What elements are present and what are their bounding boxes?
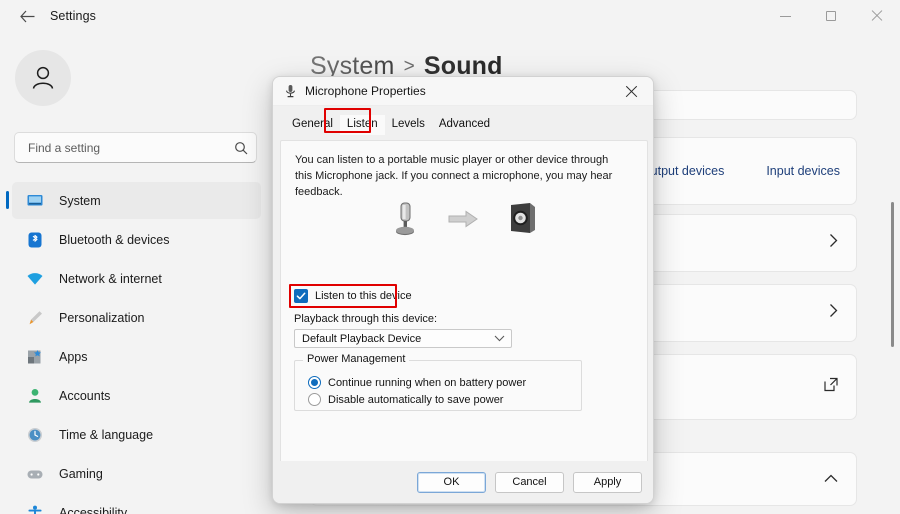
power-option-label: Disable automatically to save power [328, 393, 504, 406]
back-button[interactable] [12, 2, 42, 30]
user-avatar-icon [32, 66, 54, 89]
sidebar-item-label: Time & language [59, 427, 154, 442]
sidebar: System Bluetooth & devices Network [0, 32, 272, 514]
maximize-button[interactable] [808, 0, 854, 32]
window-controls [762, 0, 900, 32]
title-bar: Settings [0, 0, 900, 32]
minimize-icon [779, 15, 791, 17]
sidebar-nav: System Bluetooth & devices Network & int… [0, 182, 272, 514]
avatar[interactable] [15, 50, 71, 106]
search-icon [234, 141, 248, 155]
sidebar-item-label: Bluetooth & devices [59, 232, 170, 247]
search-box[interactable] [14, 132, 257, 163]
device-links: Output devices Input devices [641, 164, 840, 178]
sidebar-item-label: Network & internet [59, 271, 162, 286]
playback-device-value: Default Playback Device [302, 332, 422, 345]
radio-selected-icon[interactable] [308, 376, 321, 389]
link-input-devices[interactable]: Input devices [766, 164, 840, 178]
sidebar-item-personalization[interactable]: Personalization [12, 299, 261, 336]
microphone-device-icon [390, 201, 420, 242]
bluetooth-icon [25, 230, 45, 250]
dialog-title: Microphone Properties [305, 84, 426, 98]
power-management-group: Power Management Continue running when o… [294, 353, 582, 411]
listen-to-this-device-label: Listen to this device [315, 290, 412, 302]
app-title: Settings [50, 9, 96, 23]
sidebar-item-label: Apps [59, 349, 88, 364]
search-input[interactable] [26, 139, 234, 156]
dialog-close-button[interactable] [610, 77, 653, 106]
radio-unselected-icon[interactable] [308, 393, 321, 406]
sidebar-item-time-language[interactable]: Time & language [12, 416, 261, 453]
dialog-body: You can listen to a portable music playe… [280, 140, 648, 475]
sidebar-item-label: Accounts [59, 388, 111, 403]
apps-icon [25, 347, 45, 367]
settings-window: Settings Find a setting System Bluetooth… [0, 0, 900, 514]
tab-advanced[interactable]: Advanced [432, 115, 497, 135]
playback-device-label: Playback through this device: [294, 313, 438, 325]
wifi-icon [25, 269, 45, 289]
chevron-down-icon [494, 335, 505, 342]
chevron-right-icon [829, 304, 838, 323]
sidebar-item-accessibility[interactable]: Accessibility [12, 494, 261, 514]
listen-to-this-device-checkbox[interactable] [294, 289, 308, 303]
open-external-icon [824, 377, 838, 397]
close-icon [625, 85, 638, 98]
checkmark-icon [296, 292, 306, 300]
brush-icon [25, 308, 45, 328]
sidebar-item-label: Personalization [59, 310, 145, 325]
tab-levels[interactable]: Levels [385, 115, 432, 135]
close-icon [871, 10, 883, 22]
sidebar-item-system[interactable]: System [6, 182, 261, 219]
breadcrumb-separator: > [403, 56, 415, 77]
dialog-footer: OK Cancel Apply [273, 461, 653, 503]
sidebar-item-bluetooth-devices[interactable]: Bluetooth & devices [12, 221, 261, 258]
account-icon [25, 386, 45, 406]
close-button[interactable] [854, 0, 900, 32]
sidebar-item-gaming[interactable]: Gaming [12, 455, 261, 492]
dialog-tabs: General Listen Levels Advanced [273, 106, 653, 135]
dialog-title-bar: Microphone Properties [273, 77, 653, 106]
tab-general[interactable]: General [285, 115, 340, 135]
ok-button[interactable]: OK [417, 471, 486, 493]
sidebar-item-label: System [59, 193, 101, 208]
playback-device-select[interactable]: Default Playback Device [294, 329, 512, 348]
sidebar-item-network-internet[interactable]: Network & internet [12, 260, 261, 297]
listen-description: You can listen to a portable music playe… [295, 154, 613, 198]
listen-to-this-device-row[interactable]: Listen to this device [294, 289, 412, 303]
microphone-icon [284, 84, 297, 98]
gamepad-icon [25, 464, 45, 484]
sidebar-item-label: Gaming [59, 466, 103, 481]
display-icon [25, 191, 45, 211]
back-arrow-icon [19, 10, 34, 22]
power-management-legend: Power Management [303, 353, 410, 365]
arrow-right-icon [448, 210, 478, 233]
accessibility-icon [25, 503, 45, 514]
sidebar-item-label: Accessibility [59, 505, 128, 514]
power-option-label: Continue running when on battery power [328, 376, 527, 389]
listen-illustration [295, 201, 633, 242]
apply-button[interactable]: Apply [573, 471, 642, 493]
maximize-icon [826, 11, 836, 21]
content-scrollbar[interactable] [891, 202, 894, 347]
cancel-button[interactable]: Cancel [495, 471, 564, 493]
power-option-disable-automatically[interactable]: Disable automatically to save power [308, 393, 503, 406]
microphone-properties-dialog: Microphone Properties General Listen Lev… [272, 76, 654, 504]
sidebar-item-apps[interactable]: Apps [12, 338, 261, 375]
sidebar-item-accounts[interactable]: Accounts [12, 377, 261, 414]
chevron-right-icon [829, 234, 838, 253]
tab-listen[interactable]: Listen [339, 115, 385, 135]
power-option-continue-running[interactable]: Continue running when on battery power [308, 376, 526, 389]
minimize-button[interactable] [762, 0, 808, 32]
clock-icon [25, 425, 45, 445]
speaker-device-icon [506, 201, 538, 242]
